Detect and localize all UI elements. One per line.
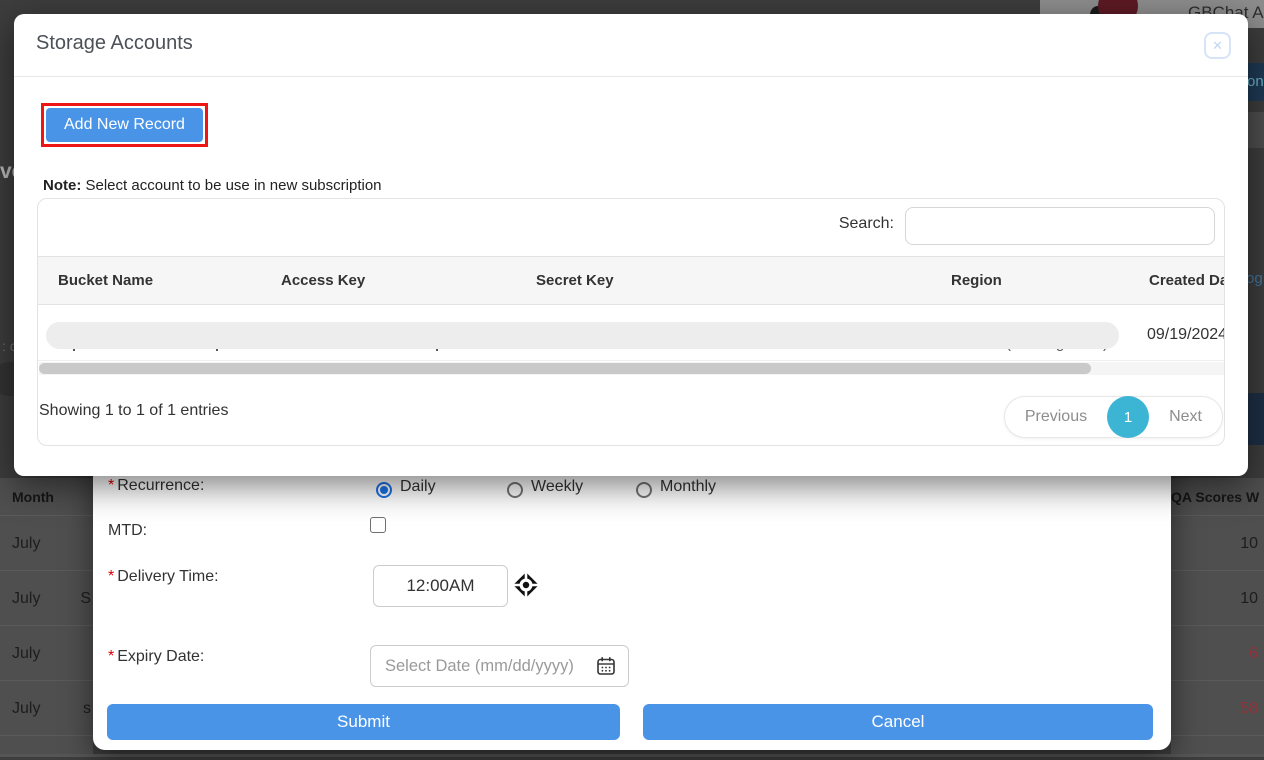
next-page-button[interactable]: Next — [1149, 408, 1222, 426]
required-asterisk: * — [108, 648, 114, 665]
background-qa-table: QA Scores W 10 10 6 58 — [1171, 478, 1264, 754]
calendar-icon[interactable] — [596, 656, 616, 676]
table-row: July S — [0, 571, 93, 626]
recurrence-label: *Recurrence: — [108, 477, 204, 495]
previous-page-button[interactable]: Previous — [1005, 408, 1107, 426]
radio-monthly-label[interactable]: Monthly — [660, 478, 716, 496]
search-input[interactable] — [905, 207, 1215, 245]
radio-daily[interactable] — [376, 482, 392, 498]
qa-score-cell: 10 — [1171, 516, 1264, 571]
qa-score-cell: 10 — [1171, 571, 1264, 626]
redaction-pill — [46, 322, 1119, 349]
time-picker-icon[interactable] — [512, 571, 540, 599]
scrollbar-thumb[interactable] — [39, 363, 1091, 374]
submit-button[interactable]: Submit — [107, 704, 620, 740]
background-month-table: Month July July S July July s — [0, 478, 93, 754]
storage-accounts-table-panel: Search: Bucket Name Access Key Secret Ke… — [37, 198, 1225, 446]
storage-accounts-modal: Storage Accounts ✕ Add New Record Note: … — [14, 14, 1248, 476]
horizontal-scrollbar[interactable] — [39, 362, 1225, 375]
column-header-bucket-name[interactable]: Bucket Name — [58, 272, 153, 289]
required-asterisk: * — [108, 568, 114, 585]
created-date-cell: 09/19/2024 — [1147, 326, 1225, 344]
current-page-button[interactable]: 1 — [1107, 396, 1149, 438]
delivery-time-input[interactable] — [373, 565, 508, 607]
delivery-time-label: *Delivery Time: — [108, 568, 219, 586]
month-cell: July — [12, 645, 40, 662]
column-header-region[interactable]: Region — [951, 272, 1002, 289]
add-new-record-button[interactable]: Add New Record — [46, 108, 203, 142]
note-text: Note: Select account to be use in new su… — [43, 177, 382, 194]
modal-title: Storage Accounts — [36, 32, 193, 55]
entries-summary: Showing 1 to 1 of 1 entries — [39, 402, 228, 420]
table-row: July — [0, 626, 93, 681]
recurrence-label-text: Recurrence: — [117, 477, 204, 494]
table-row: July — [0, 516, 93, 571]
column-header-access-key[interactable]: Access Key — [281, 272, 365, 289]
qa-scores-column-header: QA Scores W — [1171, 478, 1264, 516]
close-icon[interactable]: ✕ — [1204, 32, 1231, 59]
mtd-label: MTD: — [108, 522, 147, 540]
expiry-date-label-text: Expiry Date: — [117, 648, 204, 665]
table-row[interactable]: ( g ) 09/19/2024 — [38, 305, 1225, 361]
month-column-header: Month — [0, 478, 93, 516]
radio-weekly-label[interactable]: Weekly — [531, 478, 583, 496]
column-header-created-date[interactable]: Created Date — [1149, 272, 1225, 289]
month-cell: July — [12, 535, 40, 552]
background-link-fragment: og — [1246, 270, 1264, 287]
cancel-button[interactable]: Cancel — [643, 704, 1153, 740]
expiry-date-label: *Expiry Date: — [108, 648, 204, 666]
cell-fragment: S — [80, 571, 91, 626]
delivery-time-label-text: Delivery Time: — [117, 568, 218, 585]
required-asterisk: * — [108, 477, 114, 494]
pagination: Previous 1 Next — [1004, 396, 1223, 438]
header-divider — [14, 76, 1248, 77]
search-label: Search: — [839, 215, 894, 233]
month-cell: July — [12, 590, 40, 607]
cell-fragment: s — [83, 681, 91, 736]
qa-score-cell: 6 — [1171, 626, 1264, 681]
radio-weekly[interactable] — [507, 482, 523, 498]
expiry-date-field[interactable] — [370, 645, 629, 687]
note-body: Select account to be use in new subscrip… — [81, 177, 381, 194]
month-cell: July — [12, 700, 40, 717]
radio-daily-label[interactable]: Daily — [400, 478, 436, 496]
highlight-outline: Add New Record — [41, 103, 208, 147]
background-divider — [0, 754, 1264, 757]
note-label: Note: — [43, 177, 81, 194]
table-row: July s — [0, 681, 93, 736]
column-header-secret-key[interactable]: Secret Key — [536, 272, 614, 289]
mtd-checkbox[interactable] — [370, 517, 386, 533]
qa-score-cell: 58 — [1171, 681, 1264, 736]
expiry-date-input[interactable] — [385, 657, 596, 676]
table-header-row: Bucket Name Access Key Secret Key Region… — [38, 256, 1225, 305]
radio-monthly[interactable] — [636, 482, 652, 498]
background-band — [1248, 112, 1264, 148]
